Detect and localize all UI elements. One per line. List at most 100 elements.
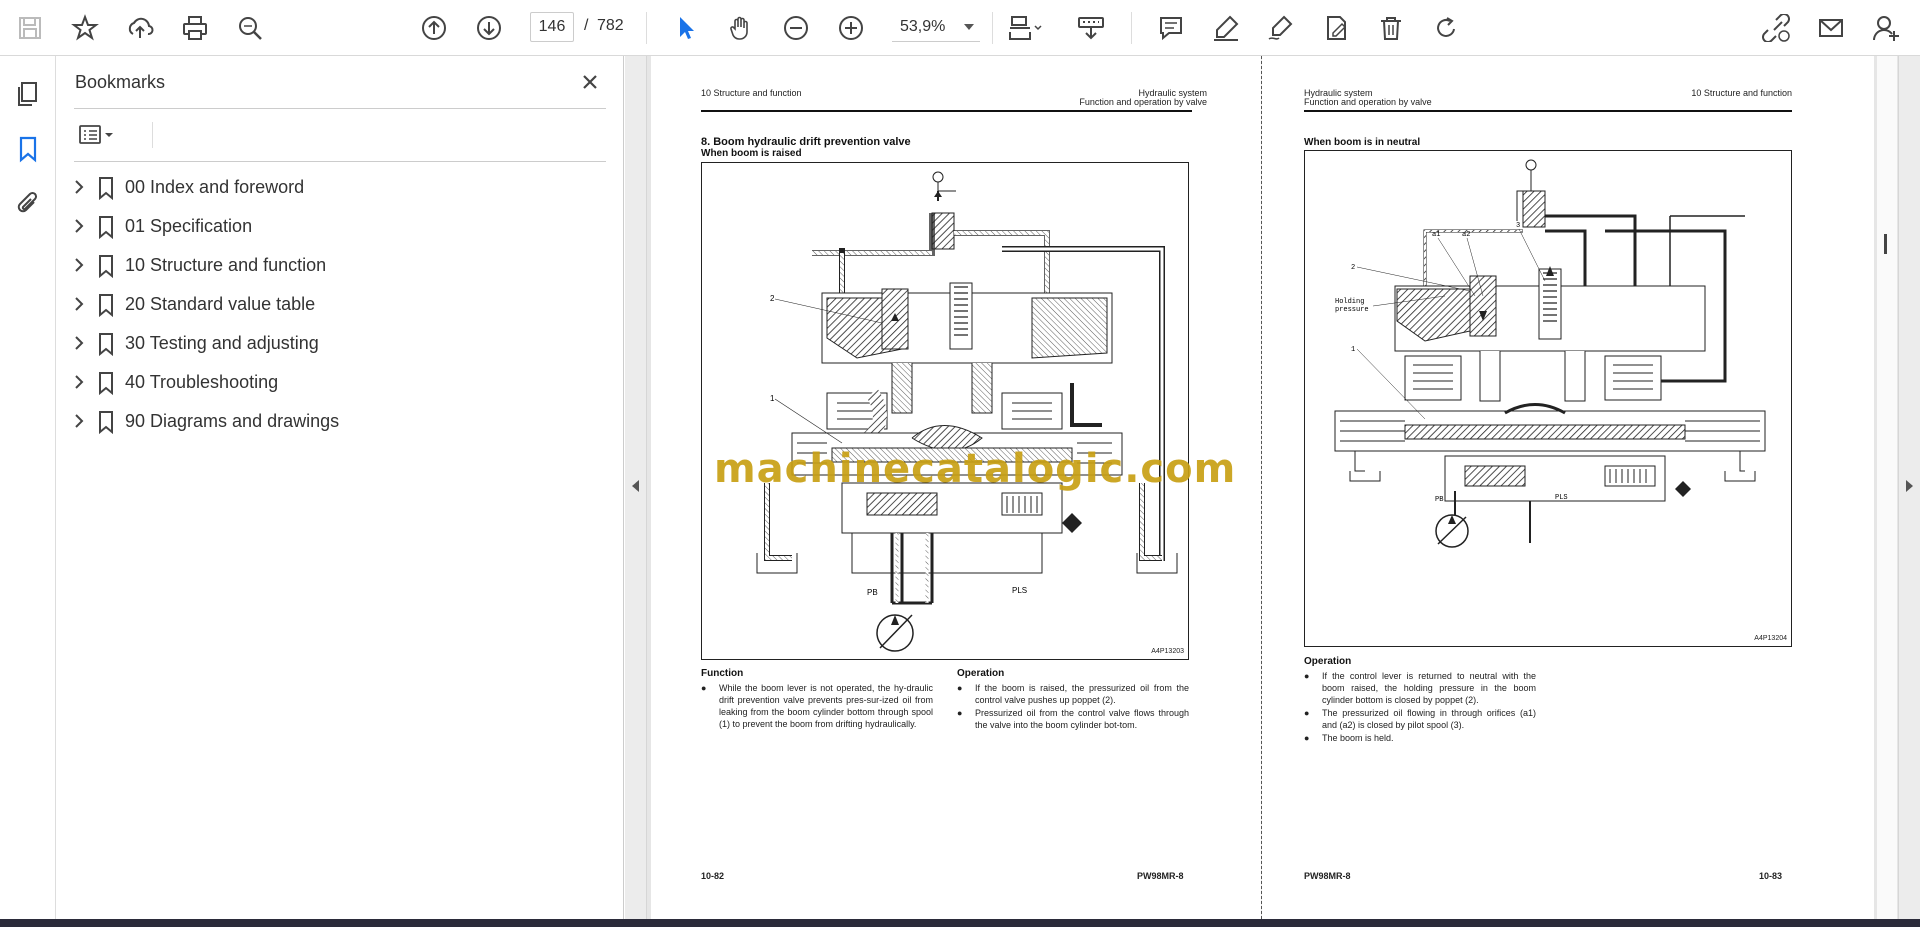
- bullet-text: While the boom lever is not operated, th…: [719, 683, 933, 729]
- zoom-in-icon[interactable]: [833, 10, 869, 46]
- delete-icon[interactable]: [1373, 10, 1409, 46]
- function-heading: Function: [701, 668, 744, 679]
- close-icon[interactable]: [576, 68, 604, 96]
- collapse-left-button[interactable]: [625, 56, 647, 919]
- fig-label-1: 1: [770, 394, 775, 403]
- operation-bullet: ● The pressurized oil flowing in through…: [1304, 707, 1536, 733]
- page-number-input[interactable]: 146: [530, 12, 574, 42]
- sign-icon[interactable]: [1263, 10, 1299, 46]
- bookmark-icon: [99, 294, 113, 317]
- operation-bullet: ● Pressurized oil from the control valve…: [957, 707, 1189, 745]
- page-fit-icon[interactable]: [1003, 10, 1049, 46]
- bullet-dot-icon: ●: [1304, 733, 1310, 743]
- chevron-right-icon[interactable]: [70, 217, 88, 235]
- section-subtitle: When boom is raised: [701, 148, 802, 159]
- next-page-icon[interactable]: [471, 10, 507, 46]
- mail-icon[interactable]: [1813, 10, 1849, 46]
- bullet-text: The boom is held.: [1322, 733, 1394, 743]
- bullet-dot-icon: ●: [957, 683, 963, 693]
- panel-title: Bookmarks: [75, 72, 166, 92]
- fig-label-holding: Holding: [1335, 298, 1364, 306]
- toolbar: 146 / 782 53,9%: [0, 0, 1920, 56]
- bullet-text: If the boom is raised, the pressurized o…: [975, 683, 1189, 705]
- bullet-dot-icon: ●: [701, 683, 707, 693]
- fig-label-pb: PB: [1435, 496, 1443, 504]
- figure-frame: 2 1 PB PLS A4P13203: [701, 162, 1189, 660]
- figure-code: A4P13203: [1151, 648, 1184, 655]
- account-icon[interactable]: [1868, 10, 1904, 46]
- scrollbar-marker: [1884, 234, 1887, 244]
- bookmark-item[interactable]: 30 Testing and adjusting: [56, 324, 624, 363]
- bookmark-item[interactable]: 20 Standard value table: [56, 285, 624, 324]
- save-icon[interactable]: [12, 10, 48, 46]
- attachment-icon[interactable]: [12, 188, 44, 220]
- bookmark-options-button[interactable]: [76, 120, 126, 150]
- divider: [74, 108, 606, 109]
- chevron-right-icon[interactable]: [70, 334, 88, 352]
- hydraulic-valve-diagram: 2 1 PB PLS: [756, 171, 1178, 652]
- page-header-left: 10 Structure and function: [701, 88, 802, 98]
- bullet-dot-icon: ●: [957, 708, 963, 718]
- watermark-text: machinecatalogic.com: [714, 446, 1237, 492]
- bookmark-item[interactable]: 01 Specification: [56, 207, 624, 246]
- scroll-mode-icon[interactable]: [1073, 10, 1109, 46]
- fig-label-pls: PLS: [1012, 586, 1027, 595]
- chevron-right-icon[interactable]: [70, 373, 88, 391]
- edit-icon[interactable]: [1318, 10, 1354, 46]
- bookmark-icon: [99, 177, 113, 200]
- fig-label-3: 3: [1516, 222, 1520, 230]
- comment-icon[interactable]: [1153, 10, 1189, 46]
- print-icon[interactable]: [177, 10, 213, 46]
- divider: [646, 12, 647, 44]
- divider: [992, 12, 993, 44]
- chevron-right-icon[interactable]: [70, 178, 88, 196]
- page-header-right-2: Function and operation by valve: [1079, 97, 1207, 107]
- bookmark-label: 10 Structure and function: [125, 255, 327, 275]
- bookmark-item[interactable]: 10 Structure and function: [56, 246, 624, 285]
- hydraulic-valve-diagram: a1 a2 3 2 Holding pressure 1 PB PLS: [1334, 159, 1766, 548]
- header-rule: [1304, 110, 1792, 112]
- bookmark-icon: [99, 333, 113, 356]
- bullet-dot-icon: ●: [1304, 708, 1310, 718]
- vertical-scrollbar[interactable]: [1877, 56, 1897, 919]
- divider: [152, 122, 153, 148]
- chevron-right-icon[interactable]: [70, 256, 88, 274]
- page-separator: /: [584, 17, 589, 34]
- fig-label-a1: a1: [1432, 231, 1440, 239]
- caret-right-icon: [1906, 480, 1913, 492]
- zoom-out-icon[interactable]: [778, 10, 814, 46]
- fig-label-pb: PB: [867, 588, 878, 597]
- fig-label-a2: a2: [1462, 231, 1470, 239]
- zoom-level-value: 53,9%: [900, 18, 946, 35]
- bookmark-item[interactable]: 00 Index and foreword: [56, 168, 624, 207]
- operation-bullet: ● If the boom is raised, the pressurized…: [957, 682, 1189, 708]
- chevron-down-icon: [964, 24, 974, 30]
- zoom-search-icon[interactable]: [232, 10, 268, 46]
- bookmark-panel-icon[interactable]: [12, 133, 44, 165]
- fig-label-2: 2: [770, 294, 775, 303]
- upload-icon[interactable]: [122, 10, 158, 46]
- rotate-icon[interactable]: [1428, 10, 1464, 46]
- bookmark-icon: [99, 372, 113, 395]
- highlight-icon[interactable]: [1208, 10, 1244, 46]
- fig-label-1: 1: [1351, 346, 1355, 354]
- zoom-level-select[interactable]: 53,9%: [892, 12, 980, 42]
- prev-page-icon[interactable]: [416, 10, 452, 46]
- fig-label-pressure: pressure: [1335, 306, 1369, 314]
- bookmark-item[interactable]: 40 Troubleshooting: [56, 363, 624, 402]
- pages-thumbnails-icon[interactable]: [12, 78, 44, 110]
- operation-heading: Operation: [957, 668, 1005, 679]
- bookmark-icon: [99, 255, 113, 278]
- page-number-footer: 10-82: [701, 871, 725, 881]
- chevron-right-icon[interactable]: [70, 295, 88, 313]
- hand-icon[interactable]: [723, 10, 759, 46]
- left-rail: [0, 56, 56, 927]
- select-cursor-icon[interactable]: [668, 10, 704, 46]
- pdf-page-right: Hydraulic system Function and operation …: [1262, 56, 1874, 919]
- bullet-text: If the control lever is returned to neut…: [1322, 671, 1536, 705]
- star-icon[interactable]: [67, 10, 103, 46]
- share-link-icon[interactable]: [1758, 10, 1794, 46]
- bookmark-item[interactable]: 90 Diagrams and drawings: [56, 402, 624, 441]
- collapse-right-button[interactable]: [1898, 56, 1920, 919]
- chevron-right-icon[interactable]: [70, 412, 88, 430]
